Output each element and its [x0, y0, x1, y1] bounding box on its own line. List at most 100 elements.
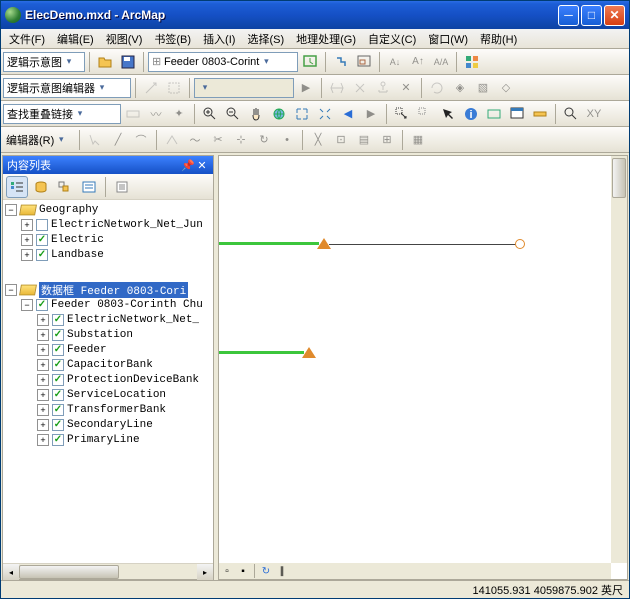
- checkbox[interactable]: ✓: [52, 419, 64, 431]
- layer-node[interactable]: +✓ProtectionDeviceBank: [3, 372, 213, 387]
- checkbox[interactable]: ✓: [52, 359, 64, 371]
- edit-split-button[interactable]: ⊹: [230, 129, 252, 151]
- identify-button[interactable]: i: [460, 103, 482, 125]
- junction-button[interactable]: ✦: [168, 103, 190, 125]
- refresh-button[interactable]: [299, 51, 321, 73]
- fixed-zoom-in-button[interactable]: [291, 103, 313, 125]
- expand-icon[interactable]: +: [21, 249, 33, 261]
- edit-vertex-button[interactable]: [161, 129, 183, 151]
- layer-node[interactable]: +✓Feeder: [3, 342, 213, 357]
- edit-straight-button[interactable]: ╱: [107, 129, 129, 151]
- collapse-icon[interactable]: −: [5, 204, 17, 216]
- checkbox[interactable]: ✓: [36, 299, 48, 311]
- expand-icon[interactable]: +: [37, 434, 49, 446]
- expand-icon[interactable]: +: [37, 314, 49, 326]
- tree-button[interactable]: [372, 77, 394, 99]
- bypass-button[interactable]: ◇: [495, 77, 517, 99]
- collapse-icon[interactable]: −: [5, 284, 17, 296]
- propagate-button[interactable]: [330, 51, 352, 73]
- checkbox[interactable]: ✓: [52, 434, 64, 446]
- list-by-selection-button[interactable]: [78, 176, 100, 198]
- select-features-button[interactable]: [391, 103, 413, 125]
- checkbox[interactable]: ✓: [52, 314, 64, 326]
- layout-task-dropdown[interactable]: ▾: [194, 78, 294, 98]
- checkbox[interactable]: ✓: [52, 404, 64, 416]
- menu-geoprocessing[interactable]: 地理处理(G): [290, 29, 362, 49]
- layer-node[interactable]: +✓ElectricNetwork_Net_: [3, 312, 213, 327]
- edit-reshape-button[interactable]: 〜: [184, 129, 206, 151]
- layer-node[interactable]: +✓SecondaryLine: [3, 417, 213, 432]
- layer-node[interactable]: +✓TransformerBank: [3, 402, 213, 417]
- increase-symbol-button[interactable]: A↑: [407, 51, 429, 73]
- reduce-button[interactable]: ◈: [449, 77, 471, 99]
- html-popup-button[interactable]: [506, 103, 528, 125]
- toc-horizontal-scrollbar[interactable]: ◂ ▸: [3, 563, 213, 579]
- open-schematic-button[interactable]: [94, 51, 116, 73]
- go-to-xy-button[interactable]: XY: [583, 103, 605, 125]
- editor-dropdown[interactable]: 编辑器(R)▾: [3, 130, 75, 150]
- menu-view[interactable]: 视图(V): [100, 29, 149, 49]
- scroll-right-button[interactable]: ▸: [197, 564, 213, 580]
- zoom-in-button[interactable]: [199, 103, 221, 125]
- edit-point-button[interactable]: •: [276, 129, 298, 151]
- direction-button[interactable]: 〰: [145, 103, 167, 125]
- maximize-button[interactable]: □: [581, 5, 602, 26]
- dataframe-node-active[interactable]: −数据框 Feeder 0803-Cori: [3, 282, 213, 297]
- expand-icon[interactable]: +: [37, 359, 49, 371]
- checkbox[interactable]: ✓: [52, 389, 64, 401]
- checkbox[interactable]: ✓: [36, 249, 48, 261]
- save-schematic-button[interactable]: [117, 51, 139, 73]
- edit-tool-button[interactable]: [84, 129, 106, 151]
- pause-drawing-button[interactable]: ∥: [274, 563, 290, 579]
- edit-sketch-button[interactable]: ⊞: [376, 129, 398, 151]
- list-by-visibility-button[interactable]: [54, 176, 76, 198]
- view-window-button[interactable]: [353, 51, 375, 73]
- close-button[interactable]: ✕: [604, 5, 625, 26]
- expand-icon[interactable]: +: [21, 234, 33, 246]
- hyperlink-button[interactable]: [483, 103, 505, 125]
- expand-icon[interactable]: +: [21, 219, 33, 231]
- layer-node[interactable]: +✓Substation: [3, 327, 213, 342]
- minimize-button[interactable]: ─: [558, 5, 579, 26]
- expand-icon[interactable]: +: [37, 329, 49, 341]
- trace-button[interactable]: [122, 103, 144, 125]
- edit-cut-button[interactable]: ✂: [207, 129, 229, 151]
- toc-pin-icon[interactable]: 📌: [181, 159, 195, 172]
- layer-node[interactable]: +ElectricNetwork_Net_Jun: [3, 217, 213, 232]
- expand-icon[interactable]: +: [37, 344, 49, 356]
- find-dropdown[interactable]: 查找重叠链接▾: [3, 104, 121, 124]
- data-view-button[interactable]: ▫: [219, 563, 235, 579]
- find-button[interactable]: [560, 103, 582, 125]
- forward-button[interactable]: ▶: [360, 103, 382, 125]
- list-by-source-button[interactable]: [30, 176, 52, 198]
- layer-node[interactable]: +✓Landbase: [3, 247, 213, 262]
- group-layer-node[interactable]: −✓Feeder 0803-Corinth Chu: [3, 297, 213, 312]
- menu-edit[interactable]: 编辑(E): [51, 29, 100, 49]
- rotate-button[interactable]: [349, 77, 371, 99]
- pan-button[interactable]: [245, 103, 267, 125]
- expand-icon[interactable]: +: [37, 389, 49, 401]
- fixed-zoom-out-button[interactable]: [314, 103, 336, 125]
- schematic-dropdown[interactable]: 逻辑示意图▾: [3, 52, 85, 72]
- layer-node[interactable]: +✓CapacitorBank: [3, 357, 213, 372]
- clear-selection-button[interactable]: [414, 103, 436, 125]
- menu-customize[interactable]: 自定义(C): [362, 29, 422, 49]
- rotate-node-button[interactable]: [426, 77, 448, 99]
- checkbox[interactable]: ✓: [52, 329, 64, 341]
- full-extent-button[interactable]: [268, 103, 290, 125]
- map-view[interactable]: ▫ ▪ ↻ ∥: [218, 155, 628, 580]
- menu-help[interactable]: 帮助(H): [474, 29, 523, 49]
- scrollbar-thumb[interactable]: [19, 565, 119, 579]
- edit-arc-button[interactable]: ⌒: [130, 129, 152, 151]
- edit-trace-button[interactable]: ╳: [307, 129, 329, 151]
- schematic-editor-dropdown[interactable]: 逻辑示意图编辑器▾: [3, 78, 131, 98]
- layer-node[interactable]: +✓PrimaryLine: [3, 432, 213, 447]
- back-button[interactable]: ◀: [337, 103, 359, 125]
- toc-options-button[interactable]: [111, 176, 133, 198]
- collapse-icon[interactable]: −: [21, 299, 33, 311]
- menu-file[interactable]: 文件(F): [3, 29, 51, 49]
- dataframe-node[interactable]: −Geography: [3, 202, 213, 217]
- expand-icon[interactable]: +: [37, 419, 49, 431]
- menu-select[interactable]: 选择(S): [241, 29, 290, 49]
- expand-icon[interactable]: +: [37, 404, 49, 416]
